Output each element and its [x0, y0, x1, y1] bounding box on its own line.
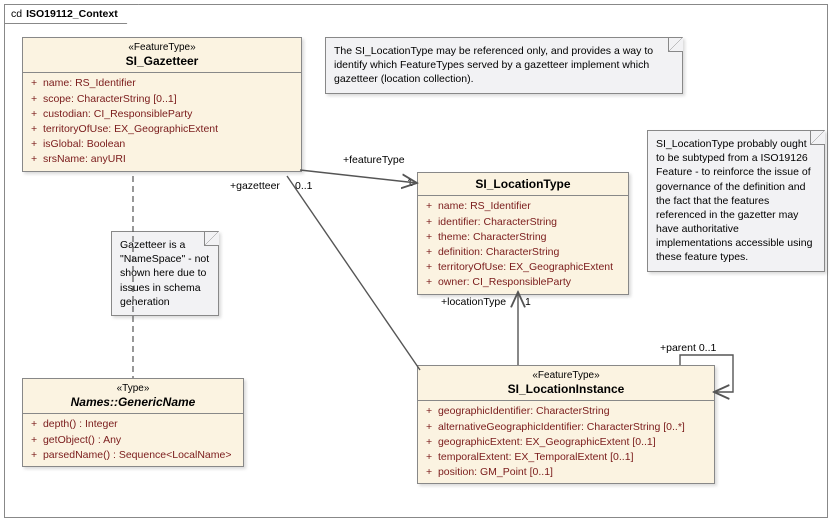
diagram-canvas: cd ISO19112_Context «FeatureType» SI_Gaz… [0, 0, 832, 521]
mult-zero-one: 0..1 [295, 180, 313, 192]
attr: + position: GM_Point [0..1] [426, 465, 706, 480]
frame-name: ISO19112_Context [26, 8, 118, 20]
attr: + owner: CI_ResponsibleParty [426, 275, 620, 290]
note-locationtype-ref: The SI_LocationType may be referenced on… [325, 37, 683, 94]
role-featuretype: +featureType [343, 154, 405, 166]
attr: + name: RS_Identifier [31, 76, 293, 91]
attr: + geographicIdentifier: CharacterString [426, 404, 706, 419]
attributes: + name: RS_Identifier + identifier: Char… [418, 196, 628, 293]
class-header: «Type» Names::GenericName [23, 379, 243, 414]
op: + getObject() : Any [31, 433, 235, 448]
class-si-locationtype[interactable]: SI_LocationType + name: RS_Identifier + … [417, 172, 629, 295]
class-title: SI_Gazetteer [27, 54, 297, 68]
note-gazetteer-namespace: Gazetteer is a "NameSpace" - not shown h… [111, 231, 219, 316]
attr: + srsName: anyURI [31, 152, 293, 167]
attr: + temporalExtent: EX_TemporalExtent [0..… [426, 450, 706, 465]
stereotype: «Type» [27, 383, 239, 395]
note-fold-icon [810, 130, 825, 145]
class-header: «FeatureType» SI_Gazetteer [23, 38, 301, 73]
op: + parsedName() : Sequence<LocalName> [31, 448, 235, 463]
note-text: The SI_LocationType may be referenced on… [334, 45, 653, 85]
role-parent: +parent 0..1 [660, 342, 716, 354]
attr: + geographicExtent: EX_GeographicExtent … [426, 435, 706, 450]
role-gazetteer: +gazetteer [230, 180, 280, 192]
attr: + definition: CharacterString [426, 245, 620, 260]
stereotype: «FeatureType» [422, 370, 710, 382]
frame-pkg: cd [11, 8, 22, 20]
attr: + custodian: CI_ResponsibleParty [31, 107, 293, 122]
note-text: Gazetteer is a "NameSpace" - not shown h… [120, 239, 209, 308]
class-genericname[interactable]: «Type» Names::GenericName + depth() : In… [22, 378, 244, 467]
class-header: «FeatureType» SI_LocationInstance [418, 366, 714, 401]
attr: + isGlobal: Boolean [31, 137, 293, 152]
mult-one-a: 1 [407, 177, 413, 189]
attr: + territoryOfUse: EX_GeographicExtent [31, 122, 293, 137]
note-fold-icon [668, 37, 683, 52]
class-title: SI_LocationInstance [422, 382, 710, 396]
note-text: SI_LocationType probably ought to be sub… [656, 138, 812, 263]
attr: + theme: CharacterString [426, 230, 620, 245]
attr: + name: RS_Identifier [426, 199, 620, 214]
attributes: + name: RS_Identifier + scope: Character… [23, 73, 301, 170]
attr: + alternativeGeographicIdentifier: Chara… [426, 420, 706, 435]
role-locationtype: +locationType [441, 296, 506, 308]
frame-tab: cd ISO19112_Context [4, 4, 139, 24]
note-fold-icon [204, 231, 219, 246]
op: + depth() : Integer [31, 417, 235, 432]
class-si-gazetteer[interactable]: «FeatureType» SI_Gazetteer + name: RS_Id… [22, 37, 302, 172]
stereotype: «FeatureType» [27, 42, 297, 54]
attr: + territoryOfUse: EX_GeographicExtent [426, 260, 620, 275]
class-header: SI_LocationType [418, 173, 628, 196]
attr: + scope: CharacterString [0..1] [31, 92, 293, 107]
attributes: + geographicIdentifier: CharacterString … [418, 401, 714, 483]
class-si-locationinstance[interactable]: «FeatureType» SI_LocationInstance + geog… [417, 365, 715, 484]
operations: + depth() : Integer + getObject() : Any … [23, 414, 243, 466]
attr: + identifier: CharacterString [426, 215, 620, 230]
mult-one-b: 1 [525, 296, 531, 308]
note-locationtype-subtype: SI_LocationType probably ought to be sub… [647, 130, 825, 272]
class-title: Names::GenericName [27, 395, 239, 409]
class-title: SI_LocationType [422, 177, 624, 191]
